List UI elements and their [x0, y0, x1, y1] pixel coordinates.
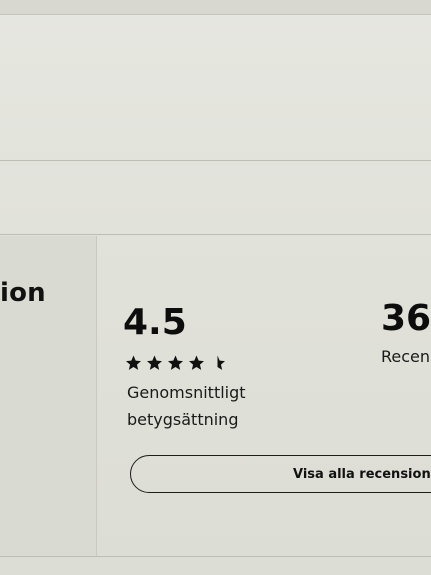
- star-icon: [126, 355, 141, 370]
- review-summary-screen: ion 4.5 Genomsnittligt betygsättning 36 R…: [0, 0, 431, 575]
- star-rating: [124, 354, 227, 372]
- average-rating-value: 4.5: [123, 302, 187, 343]
- show-all-reviews-button[interactable]: Visa alla recensioner: [130, 455, 431, 493]
- star-icon: [147, 355, 162, 370]
- divider: [0, 234, 431, 235]
- section-heading: ion: [0, 278, 46, 308]
- star-icon: [168, 355, 183, 370]
- review-count-label: Recen: [381, 347, 431, 366]
- rating-caption-line1: Genomsnittligt: [127, 383, 246, 402]
- divider: [0, 556, 431, 557]
- rating-caption-line2: betygsättning: [127, 410, 239, 429]
- star-half-icon: [217, 355, 225, 370]
- rating-caption: Genomsnittligt betygsättning: [127, 379, 327, 433]
- top-band: [0, 0, 431, 15]
- divider: [0, 160, 431, 161]
- review-count-value: 36: [381, 298, 431, 339]
- star-icon: [189, 355, 204, 370]
